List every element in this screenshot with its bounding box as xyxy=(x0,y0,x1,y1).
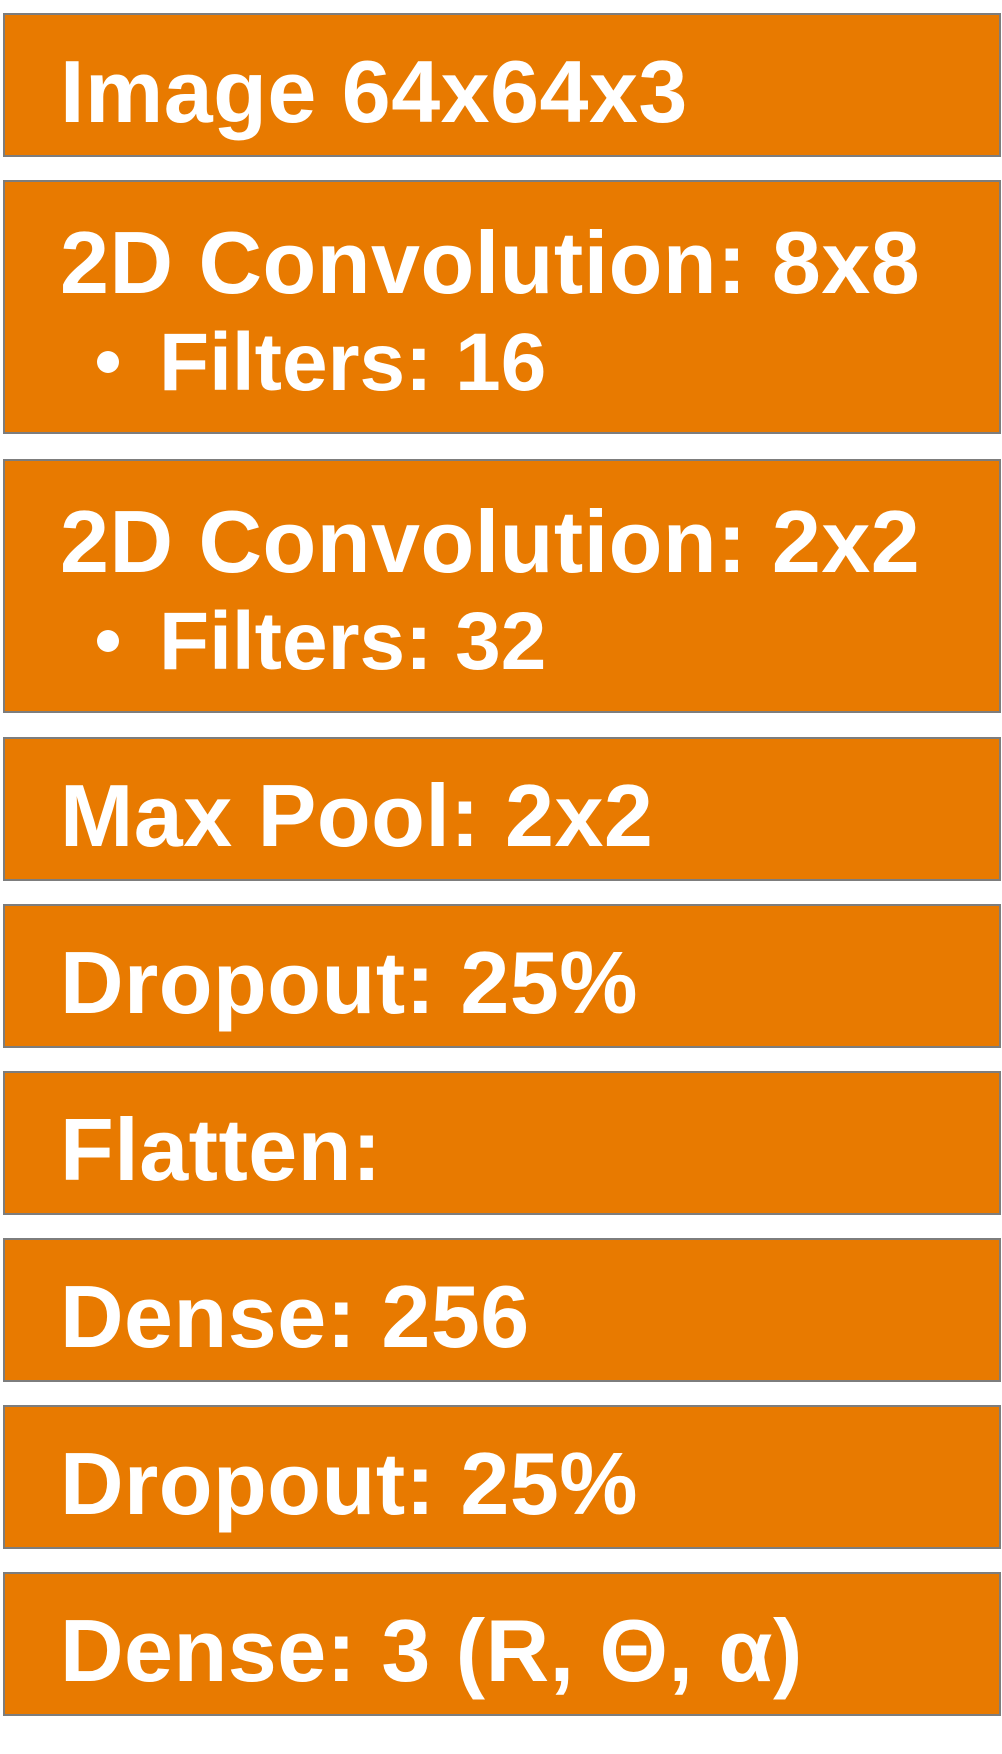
layer-input: Image 64x64x3 xyxy=(3,13,1001,157)
layer-flatten: Flatten: xyxy=(3,1071,1001,1215)
layer-bullet: Filters: 16 xyxy=(97,322,546,404)
bullet-text: Filters: 16 xyxy=(159,317,547,408)
bullet-text: Filters: 32 xyxy=(159,596,547,687)
layer-title: Dropout: 25% xyxy=(60,1434,638,1533)
layer-title: Dense: 3 (R, Θ, α) xyxy=(60,1601,803,1700)
layer-maxpool: Max Pool: 2x2 xyxy=(3,737,1001,881)
layer-title: Image 64x64x3 xyxy=(60,42,688,141)
layer-title: Flatten: xyxy=(60,1100,382,1199)
layer-conv-1: 2D Convolution: 8x8 Filters: 16 xyxy=(3,180,1001,434)
layer-bullet: Filters: 32 xyxy=(97,601,546,683)
layer-dense-256: Dense: 256 xyxy=(3,1238,1001,1382)
layer-dropout-2: Dropout: 25% xyxy=(3,1405,1001,1549)
layer-title: Max Pool: 2x2 xyxy=(60,766,654,865)
layer-title: Dropout: 25% xyxy=(60,933,638,1032)
bullet-icon xyxy=(97,630,119,653)
layer-output: Dense: 3 (R, Θ, α) xyxy=(3,1572,1001,1716)
layer-conv-2: 2D Convolution: 2x2 Filters: 32 xyxy=(3,459,1001,713)
layer-title: Dense: 256 xyxy=(60,1267,530,1366)
layer-title: 2D Convolution: 8x8 xyxy=(60,213,921,312)
layer-dropout-1: Dropout: 25% xyxy=(3,904,1001,1048)
bullet-icon xyxy=(97,351,119,374)
layer-title: 2D Convolution: 2x2 xyxy=(60,492,921,591)
